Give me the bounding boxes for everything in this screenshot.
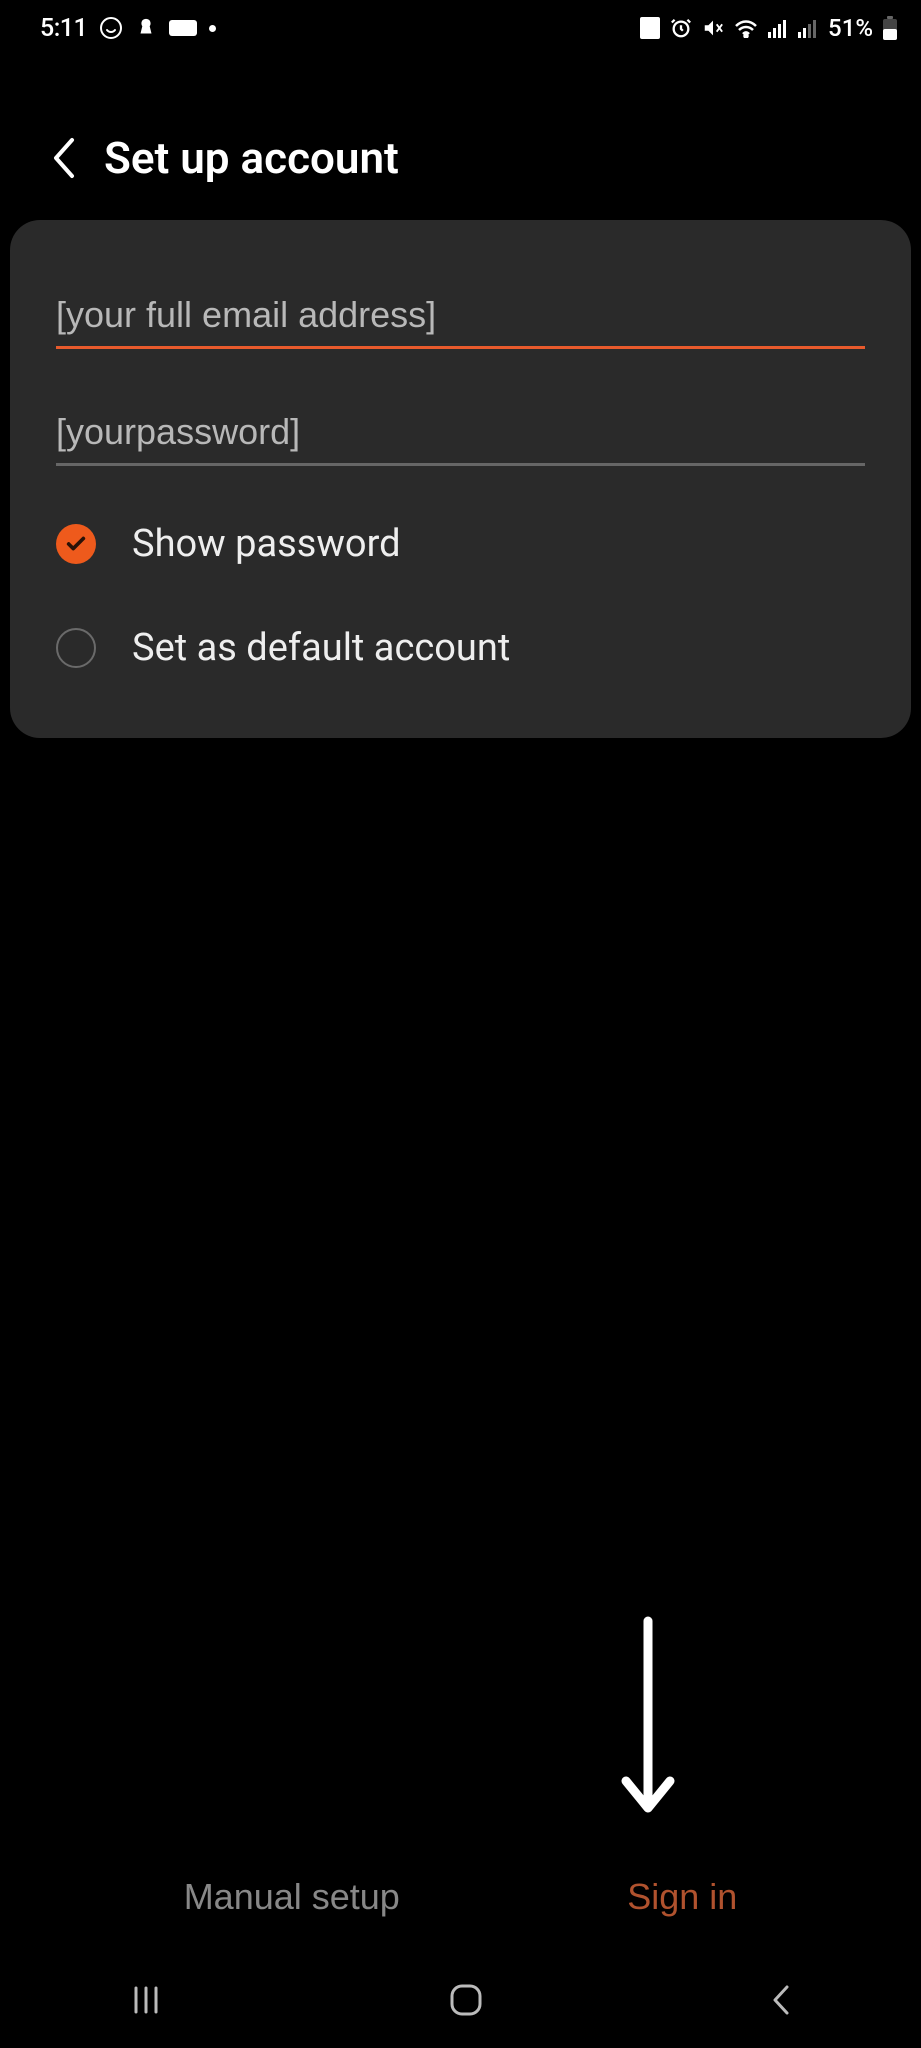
- password-field[interactable]: [56, 405, 865, 466]
- signal2-icon: [798, 18, 818, 38]
- status-time: 5:11: [40, 14, 87, 43]
- back-icon[interactable]: [50, 136, 76, 180]
- email-field[interactable]: [56, 288, 865, 349]
- notification-dot-icon: [209, 25, 216, 32]
- sign-in-button[interactable]: Sign in: [627, 1876, 737, 1918]
- manual-setup-button[interactable]: Manual setup: [184, 1876, 400, 1918]
- wifi-icon: [734, 18, 758, 38]
- status-right: 51%: [640, 14, 897, 42]
- show-password-label: Show password: [132, 522, 401, 566]
- status-left: 5:11: [40, 14, 216, 43]
- app-icon: [135, 17, 157, 39]
- page-title: Set up account: [104, 132, 399, 184]
- mute-icon: [702, 17, 724, 39]
- password-input-wrap: [56, 405, 865, 466]
- home-nav-icon[interactable]: [448, 1982, 484, 2018]
- default-account-label: Set as default account: [132, 626, 510, 670]
- show-password-checkbox[interactable]: [56, 524, 96, 564]
- signal-icon: [768, 18, 788, 38]
- email-input-wrap: [56, 288, 865, 349]
- show-password-row[interactable]: Show password: [56, 522, 865, 566]
- setup-card: Show password Set as default account: [10, 220, 911, 738]
- recents-nav-icon[interactable]: [130, 1984, 162, 2016]
- calculator-icon: [640, 17, 660, 39]
- alarm-icon: [670, 17, 692, 39]
- default-account-row[interactable]: Set as default account: [56, 626, 865, 670]
- status-bar: 5:11: [0, 0, 921, 56]
- header: Set up account: [0, 56, 921, 220]
- lang-icon: [169, 18, 197, 38]
- down-arrow-annotation-icon: [618, 1616, 678, 1820]
- back-nav-icon[interactable]: [769, 1983, 791, 2017]
- bottom-actions: Manual setup Sign in: [0, 1876, 921, 1918]
- navigation-bar: [0, 1982, 921, 2018]
- battery-percent: 51%: [828, 14, 873, 42]
- default-account-checkbox[interactable]: [56, 628, 96, 668]
- whatsapp-icon: [99, 16, 123, 40]
- battery-icon: [883, 16, 897, 40]
